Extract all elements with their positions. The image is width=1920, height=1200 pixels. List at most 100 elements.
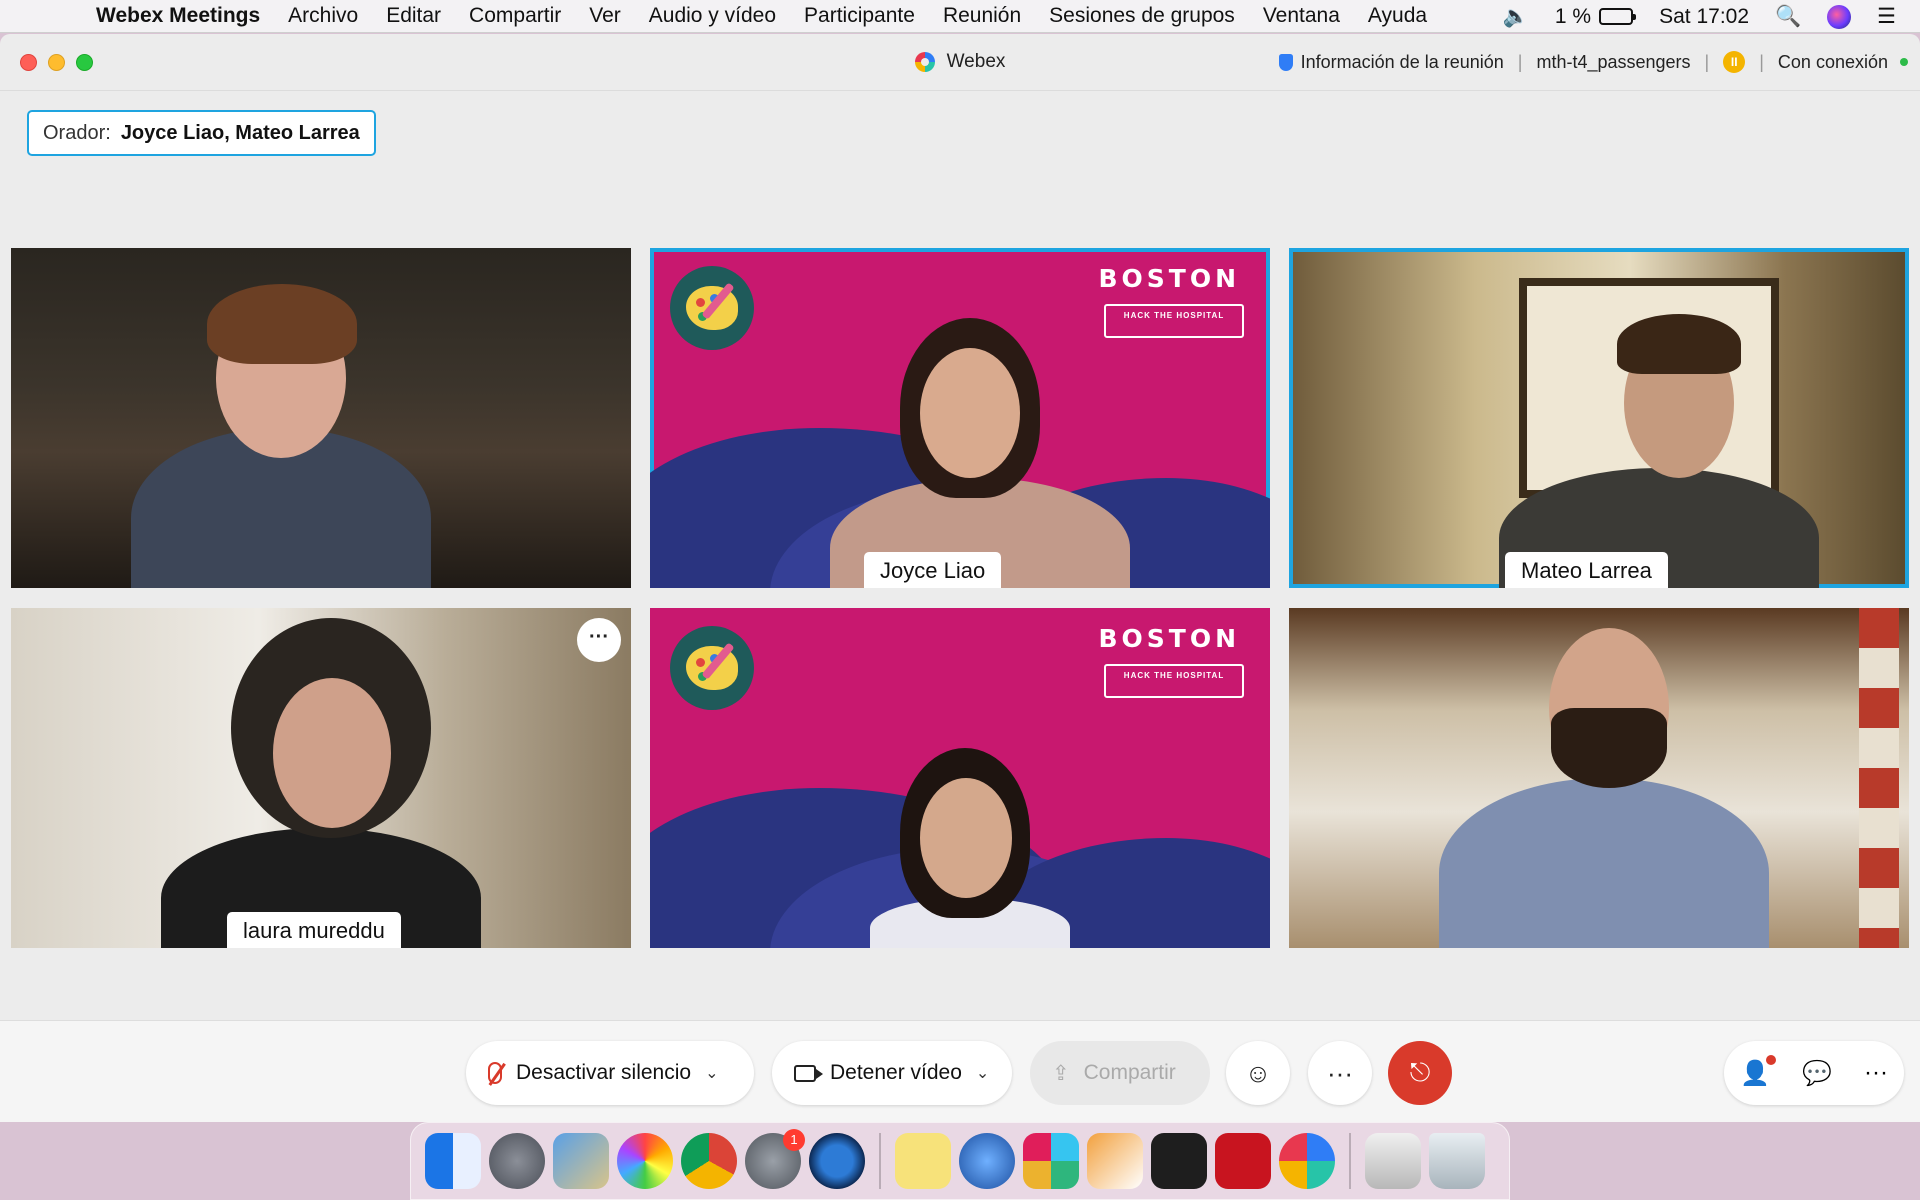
minimize-window-button[interactable] — [48, 53, 65, 71]
maximize-window-button[interactable] — [76, 53, 93, 71]
audio-status-icon[interactable]: II — [1723, 51, 1746, 73]
menu-ventana[interactable]: Ventana — [1263, 4, 1340, 28]
palette-logo-icon — [670, 626, 754, 710]
leave-meeting-button[interactable]: ⎋ — [1388, 1041, 1452, 1105]
chrome-icon[interactable] — [681, 1133, 737, 1189]
dock-divider — [1349, 1133, 1351, 1189]
menu-participante[interactable]: Participante — [804, 4, 915, 28]
smiley-icon: ☺ — [1244, 1057, 1272, 1088]
menu-archivo[interactable]: Archivo — [288, 4, 358, 28]
photos-icon[interactable] — [617, 1133, 673, 1189]
webex-window: Webex Información de la reunión | mth-t4… — [0, 34, 1920, 1122]
participant-name-tag: laura mureddu — [227, 912, 401, 948]
volume-icon[interactable]: 🔈 — [1503, 5, 1529, 29]
ellipsis-icon: ··· — [1863, 1059, 1888, 1086]
thunderbird-icon[interactable] — [959, 1133, 1015, 1189]
background-title: BOSTON — [1098, 264, 1240, 293]
meeting-name[interactable]: mth-t4_passengers — [1536, 52, 1690, 73]
menu-sesiones-grupos[interactable]: Sesiones de grupos — [1049, 4, 1235, 28]
stop-video-button[interactable]: Detener vídeo ⌄ — [772, 1041, 1012, 1105]
reactions-button[interactable]: ☺ — [1226, 1041, 1290, 1105]
unmute-button-label: Desactivar silencio — [516, 1061, 692, 1084]
background-title: BOSTON — [1098, 624, 1240, 653]
title-bar: Webex Información de la reunión | mth-t4… — [0, 34, 1920, 91]
participant-hair — [1617, 314, 1741, 374]
share-button[interactable]: ⇪ Compartir — [1030, 1041, 1210, 1105]
unmute-button[interactable]: Desactivar silencio ⌄ — [466, 1041, 754, 1105]
paint-dot — [696, 658, 705, 667]
system-preferences-icon[interactable]: 1 — [745, 1129, 805, 1189]
window-title-text: Webex — [946, 51, 1006, 72]
more-panels-button[interactable]: ··· — [1864, 1059, 1888, 1087]
chat-panel-button[interactable]: 💬 — [1802, 1059, 1832, 1088]
meeting-controls: Desactivar silencio ⌄ Detener vídeo ⌄ ⇪ … — [0, 1020, 1920, 1122]
figma-icon[interactable] — [1151, 1133, 1207, 1189]
video-tile-mateo-larrea[interactable]: Mateo Larrea — [1289, 248, 1909, 588]
more-options-button[interactable]: ··· — [1308, 1041, 1372, 1105]
dock-divider — [879, 1133, 881, 1189]
window-controls — [20, 53, 93, 71]
chevron-down-icon[interactable]: ⌄ — [976, 1063, 989, 1083]
ellipsis-icon: ··· — [1327, 1057, 1353, 1088]
menu-editar[interactable]: Editar — [386, 4, 441, 28]
menu-reunion[interactable]: Reunión — [943, 4, 1021, 28]
speaker-names: Joyce Liao, Mateo Larrea — [120, 121, 360, 144]
microphone-muted-icon — [488, 1062, 502, 1084]
video-tile-laura-mureddu[interactable]: ··· laura mureddu — [11, 608, 631, 948]
menu-compartir[interactable]: Compartir — [469, 4, 561, 28]
finder-icon[interactable] — [425, 1133, 481, 1189]
video-tile-participant-6[interactable] — [1289, 608, 1909, 948]
downloads-stack-icon[interactable] — [1365, 1133, 1421, 1189]
control-center-icon[interactable]: ☰ — [1877, 4, 1896, 29]
launchpad-icon[interactable] — [489, 1133, 545, 1189]
menu-ver[interactable]: Ver — [589, 4, 621, 28]
video-tile-participant-5[interactable]: BOSTON HACK THE HOSPITAL — [650, 608, 1270, 948]
video-tile-participant-1[interactable] — [11, 248, 631, 588]
divider: | — [1759, 51, 1764, 72]
background-subtitle: HACK THE HOSPITAL — [1104, 664, 1244, 698]
close-window-button[interactable] — [20, 53, 37, 71]
participant-hair — [207, 284, 357, 364]
stop-video-button-label: Detener vídeo — [830, 1061, 962, 1084]
participants-panel-button[interactable]: 👤 — [1740, 1054, 1776, 1088]
battery-percent: 1 % — [1554, 4, 1592, 28]
menu-bar: Webex Meetings Archivo Editar Compartir … — [0, 0, 1920, 33]
quicktime-icon[interactable] — [809, 1133, 865, 1189]
active-speaker-indicator: Orador: Joyce Liao, Mateo Larrea — [27, 110, 376, 156]
notification-dot — [1765, 1054, 1776, 1065]
chevron-down-icon[interactable]: ⌄ — [705, 1063, 718, 1083]
tile-more-options-button[interactable]: ··· — [577, 618, 621, 662]
meeting-info-link[interactable]: Información de la reunión — [1301, 52, 1504, 73]
share-button-label: Compartir — [1083, 1061, 1176, 1084]
connection-dot-icon — [1900, 58, 1908, 66]
webex-logo-icon — [914, 52, 935, 72]
webex-icon[interactable] — [1279, 1133, 1335, 1189]
participant-name-tag: Mateo Larrea — [1505, 552, 1668, 588]
battery-icon — [1599, 8, 1637, 25]
trash-icon[interactable] — [1429, 1133, 1485, 1189]
menu-audio-video[interactable]: Audio y vídeo — [649, 4, 776, 28]
palette-logo-icon — [670, 266, 754, 350]
video-tile-joyce-liao[interactable]: BOSTON HACK THE HOSPITAL Joyce Liao — [650, 248, 1270, 588]
artwork-in-background — [1859, 608, 1899, 948]
stickies-icon[interactable] — [895, 1133, 951, 1189]
pages-icon[interactable] — [1087, 1133, 1143, 1189]
panel-buttons: 👤 💬 ··· — [1724, 1041, 1904, 1105]
menu-app-name[interactable]: Webex Meetings — [96, 4, 260, 28]
siri-icon[interactable] — [1827, 4, 1852, 29]
participant-face — [920, 348, 1020, 478]
paint-dot — [696, 298, 705, 307]
title-bar-right: Información de la reunión | mth-t4_passe… — [1278, 51, 1908, 73]
connection-status[interactable]: Con conexión — [1778, 52, 1888, 73]
background-subtitle: HACK THE HOSPITAL — [1104, 304, 1244, 338]
battery-status[interactable]: 1 % — [1554, 4, 1637, 29]
participant-face — [920, 778, 1012, 898]
shield-icon — [1278, 53, 1293, 71]
spotlight-search-icon[interactable]: 🔍 — [1775, 5, 1801, 29]
clock[interactable]: Sat 17:02 — [1659, 5, 1749, 29]
menu-ayuda[interactable]: Ayuda — [1368, 4, 1427, 28]
preview-icon[interactable] — [553, 1133, 609, 1189]
share-icon: ⇪ — [1052, 1061, 1070, 1085]
slack-icon[interactable] — [1023, 1133, 1079, 1189]
acrobat-icon[interactable] — [1215, 1133, 1271, 1189]
